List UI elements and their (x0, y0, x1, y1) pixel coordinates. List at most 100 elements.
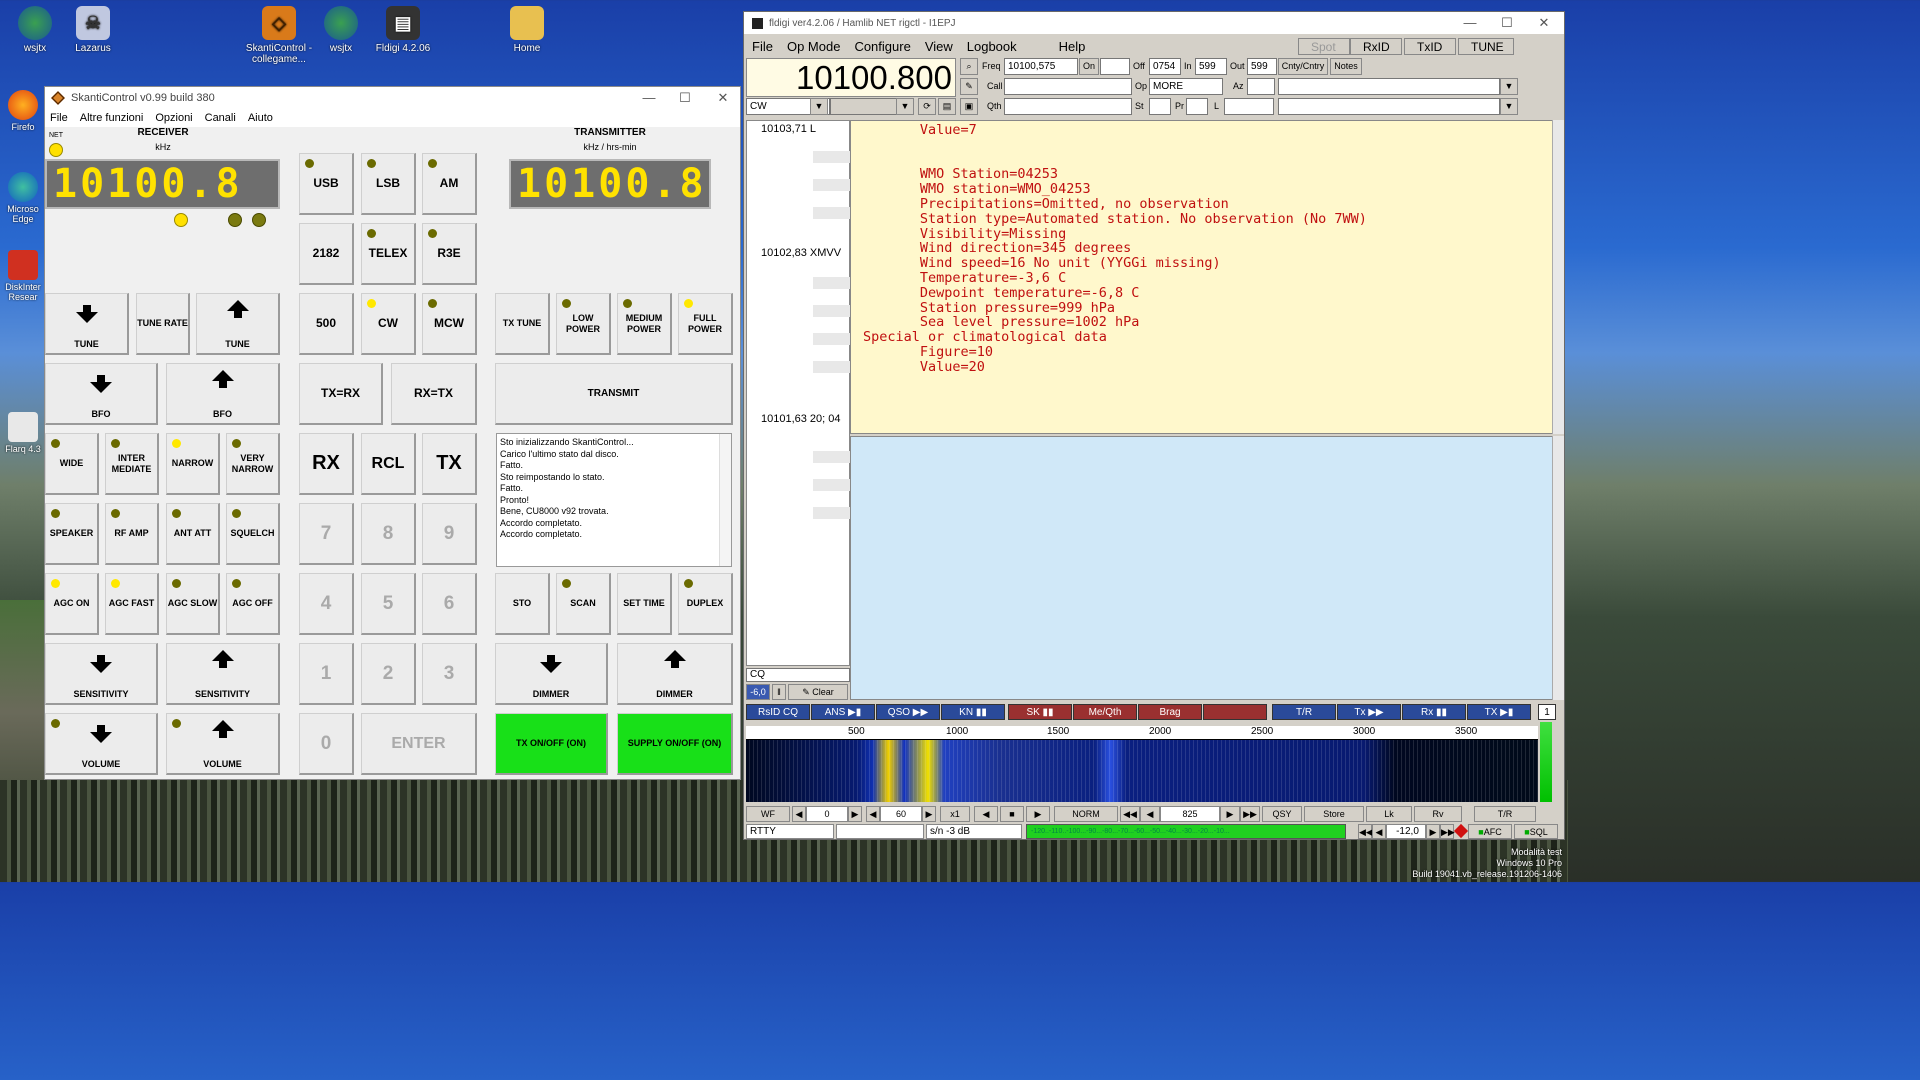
call-field[interactable] (1004, 78, 1132, 95)
carrier-field[interactable]: 825 (1160, 806, 1220, 822)
notes-button[interactable]: Notes (1330, 58, 1362, 75)
afc-offset-field[interactable]: -12,0 (1386, 824, 1426, 839)
maximize-icon[interactable]: ☐ (1489, 12, 1525, 34)
stop-icon[interactable]: ■ (1000, 806, 1024, 822)
dimmer-up-button[interactable]: DIMMER (617, 643, 733, 705)
reverse-button[interactable]: Rv (1414, 806, 1462, 822)
on-button[interactable]: On (1079, 58, 1099, 75)
tune-down-button[interactable]: TUNE (45, 293, 129, 355)
chevron-down-icon[interactable]: ▼ (1500, 98, 1518, 115)
ant-att-button[interactable]: ANT ATT (166, 503, 220, 565)
qth-field[interactable] (1004, 98, 1132, 115)
pause-icon[interactable]: ‖ (772, 684, 786, 700)
country-field[interactable] (1278, 78, 1500, 95)
log-scrollbar[interactable] (719, 434, 731, 566)
norm-button[interactable]: NORM (1054, 806, 1118, 822)
save-qso-icon[interactable]: ▣ (960, 98, 978, 115)
desktop-icon-edge[interactable]: Microso Edge (2, 172, 44, 224)
triangle-left-icon[interactable]: ◀ (974, 806, 998, 822)
duplex-button[interactable]: DUPLEX (678, 573, 733, 635)
minimize-icon[interactable]: — (631, 87, 667, 109)
cnty-button[interactable]: Cnty/Cntry (1278, 58, 1328, 75)
macro-tx-2[interactable]: TX ▶▮ (1467, 704, 1531, 720)
fl-menu-file[interactable]: File (752, 39, 773, 54)
macro-kn[interactable]: KN ▮▮ (941, 704, 1005, 720)
fl-menu-configure[interactable]: Configure (854, 39, 910, 54)
rst-out-field[interactable]: 599 (1247, 58, 1277, 75)
chevron-down-icon[interactable]: ▼ (810, 98, 828, 115)
qsy-button[interactable]: QSY (1262, 806, 1302, 822)
fl-menu-opmode[interactable]: Op Mode (787, 39, 840, 54)
st-field[interactable] (1149, 98, 1171, 115)
scan-button[interactable]: SCAN (556, 573, 611, 635)
tr-button[interactable]: T/R (1474, 806, 1536, 822)
tx-onoff-button[interactable]: TX ON/OFF (ON) (495, 713, 608, 775)
menu-altre-funzioni[interactable]: Altre funzioni (80, 112, 144, 124)
az-field[interactable] (1247, 78, 1275, 95)
key-8-button[interactable]: 8 (361, 503, 416, 565)
rx-scrollbar[interactable] (1552, 120, 1564, 434)
triangle-right-icon[interactable]: ▶ (848, 806, 862, 822)
macro-empty[interactable] (1203, 704, 1267, 720)
triangle-left-icon[interactable]: ◀ (1372, 824, 1386, 839)
desktop-icon-flarq[interactable]: Flarq 4.3 (2, 412, 44, 454)
triangle-left-icon[interactable]: ◀ (1140, 806, 1160, 822)
cw-button[interactable]: CW (361, 293, 416, 355)
txid-toggle[interactable]: TxID (1404, 38, 1456, 55)
skanti-log-textarea[interactable]: Sto inizializzando SkantiControl... Cari… (496, 433, 732, 567)
wf-mode-button[interactable]: WF (746, 806, 790, 822)
lower-limit-field[interactable]: 0 (806, 806, 848, 822)
rf-amp-button[interactable]: RF AMP (105, 503, 159, 565)
macro-brag[interactable]: Brag (1138, 704, 1202, 720)
500-button[interactable]: 500 (299, 293, 354, 355)
cq-field[interactable]: CQ (746, 668, 850, 682)
triangle-right-icon[interactable]: ▶ (1220, 806, 1240, 822)
mcw-button[interactable]: MCW (422, 293, 477, 355)
rcl-button[interactable]: RCL (361, 433, 416, 495)
macro-rsid-cq[interactable]: RsID CQ (746, 704, 810, 720)
close-icon[interactable]: ✕ (1526, 12, 1562, 34)
spot-toggle[interactable]: Spot (1298, 38, 1350, 55)
agc-on-button[interactable]: AGC ON (45, 573, 99, 635)
volume-down-button[interactable]: VOLUME (45, 713, 158, 775)
macro-qso[interactable]: QSO ▶▶ (876, 704, 940, 720)
clear-qso-icon[interactable]: ✎ (960, 78, 978, 95)
transmit-text-pane[interactable] (850, 436, 1554, 700)
menu-file[interactable]: File (50, 112, 68, 124)
rxid-toggle[interactable]: RxID (1350, 38, 1402, 55)
menu-aiuto[interactable]: Aiuto (248, 112, 273, 124)
speaker-button[interactable]: SPEAKER (45, 503, 99, 565)
triangle-right-icon[interactable]: ▶ (922, 806, 936, 822)
macro-sk[interactable]: SK ▮▮ (1008, 704, 1072, 720)
fl-menu-help[interactable]: Help (1059, 39, 1086, 54)
sql-toggle[interactable]: ■SQL (1514, 824, 1558, 839)
close-icon[interactable]: ✕ (705, 87, 741, 109)
key-7-button[interactable]: 7 (299, 503, 354, 565)
macro-set-indicator[interactable]: 1 (1538, 704, 1556, 720)
afc-toggle[interactable]: ■AFC (1468, 824, 1512, 839)
full-power-button[interactable]: FULL POWER (678, 293, 733, 355)
on-field[interactable] (1100, 58, 1130, 75)
enter-button[interactable]: ENTER (361, 713, 477, 775)
triangle-right-icon[interactable]: ▶ (1026, 806, 1050, 822)
2182-button[interactable]: 2182 (299, 223, 354, 285)
desktop-icon-wsjtx-2[interactable]: wsjtx (306, 6, 376, 54)
macro-tx[interactable]: Tx ▶▶ (1337, 704, 1401, 720)
macro-me-qth[interactable]: Me/Qth (1073, 704, 1137, 720)
browser-row[interactable]: 10102,83 XMVV (747, 247, 851, 259)
store-button[interactable]: Store (1304, 806, 1364, 822)
desktop-icon-fldigi[interactable]: ▤ Fldigi 4.2.06 (368, 6, 438, 54)
key-4-button[interactable]: 4 (299, 573, 354, 635)
fl-menu-logbook[interactable]: Logbook (967, 39, 1017, 54)
key-9-button[interactable]: 9 (422, 503, 477, 565)
menu-opzioni[interactable]: Opzioni (155, 112, 192, 124)
usb-button[interactable]: USB (299, 153, 354, 215)
transmit-button[interactable]: TRANSMIT (495, 363, 733, 425)
very-narrow-button[interactable]: VERY NARROW (226, 433, 280, 495)
agc-fast-button[interactable]: AGC FAST (105, 573, 159, 635)
telex-button[interactable]: TELEX (361, 223, 416, 285)
sql-level[interactable]: -6,0 (746, 684, 770, 700)
fl-menu-view[interactable]: View (925, 39, 953, 54)
key-6-button[interactable]: 6 (422, 573, 477, 635)
off-field[interactable]: 0754 (1149, 58, 1181, 75)
